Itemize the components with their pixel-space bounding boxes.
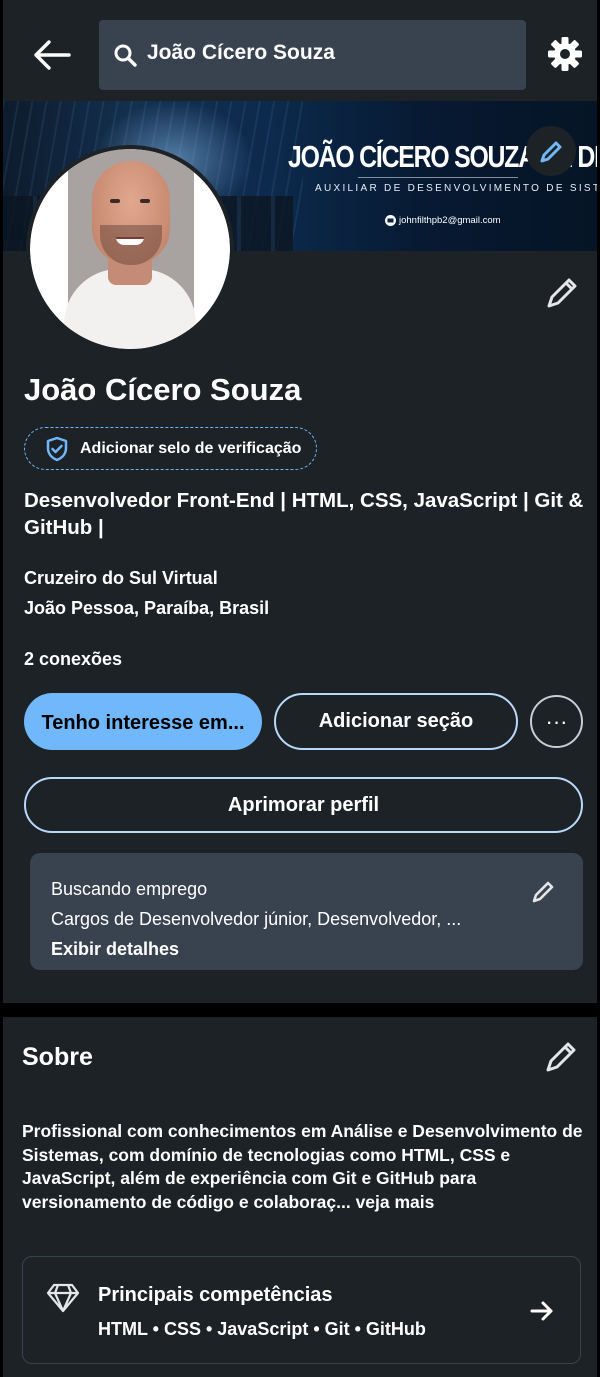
- about-title: Sobre: [22, 1043, 93, 1071]
- banner-divider: [358, 177, 518, 178]
- search-icon: [114, 44, 137, 67]
- show-details-link[interactable]: Exibir detalhes: [51, 939, 179, 960]
- banner-email-text: johnfilthpb2@gmail.com: [399, 215, 501, 226]
- search-input[interactable]: João Cícero Souza: [99, 20, 526, 90]
- profile-location: João Pessoa, Paraíba, Brasil: [24, 598, 270, 618]
- banner-email: johnfilthpb2@gmail.com: [385, 215, 501, 226]
- arrow-left-icon[interactable]: [31, 34, 73, 76]
- pencil-icon: [540, 141, 562, 163]
- profile-intro-card: João Cícero Souza Adicionar selo de veri…: [3, 251, 597, 1003]
- avatar-eye-left: [110, 199, 120, 203]
- shield-check-icon: [46, 436, 68, 462]
- search-value[interactable]: João Cícero Souza: [147, 41, 335, 65]
- edit-intro-pencil-icon[interactable]: [544, 275, 580, 316]
- about-summary: Profissional com conhecimentos em Anális…: [22, 1121, 583, 1212]
- edit-job-pencil-icon[interactable]: [530, 879, 556, 910]
- about-text: Profissional com conhecimentos em Anális…: [22, 1120, 588, 1214]
- profile-connections[interactable]: 2 conexões: [24, 649, 122, 670]
- avatar-background: [30, 149, 230, 349]
- top-bar: João Cícero Souza: [3, 0, 597, 101]
- improve-profile-button[interactable]: Aprimorar perfil: [24, 777, 583, 833]
- skills-title: Principais competências: [98, 1284, 333, 1306]
- about-card: Sobre Profissional com conhecimentos em …: [3, 1017, 597, 1377]
- edit-about-pencil-icon[interactable]: [543, 1039, 579, 1080]
- arrow-right-icon[interactable]: [528, 1297, 556, 1330]
- avatar-eye-right: [140, 199, 150, 203]
- avatar-mouth: [116, 237, 144, 245]
- gear-icon[interactable]: [547, 36, 583, 77]
- top-skills-box[interactable]: Principais competências HTML • CSS • Jav…: [22, 1256, 581, 1364]
- profile-avatar[interactable]: [26, 145, 234, 353]
- job-status-title: Buscando emprego: [51, 879, 208, 899]
- diamond-icon: [46, 1283, 80, 1313]
- verify-label: Adicionar selo de verificação: [80, 440, 302, 457]
- open-to-button[interactable]: Tenho interesse em...: [24, 693, 262, 750]
- open-to-work-box[interactable]: Buscando emprego Cargos de Desenvolvedor…: [30, 853, 583, 970]
- profile-headline: Desenvolvedor Front-End | HTML, CSS, Jav…: [24, 489, 584, 539]
- email-icon: [385, 215, 396, 226]
- edit-banner-button[interactable]: [526, 126, 576, 176]
- more-options-button[interactable]: ···: [530, 695, 583, 748]
- add-section-button[interactable]: Adicionar seção: [274, 693, 518, 750]
- see-more-link[interactable]: veja mais: [351, 1192, 435, 1212]
- add-verification-badge-button[interactable]: Adicionar selo de verificação: [24, 427, 317, 470]
- banner-subtitle: AUXILIAR DE DESENVOLVIMENTO DE SISTEMAS: [315, 183, 597, 194]
- skills-list: HTML • CSS • JavaScript • Git • GitHub: [98, 1319, 426, 1339]
- job-roles: Cargos de Desenvolvedor júnior, Desenvol…: [51, 909, 462, 929]
- profile-school[interactable]: Cruzeiro do Sul Virtual: [24, 568, 218, 589]
- profile-name: João Cícero Souza: [24, 372, 302, 407]
